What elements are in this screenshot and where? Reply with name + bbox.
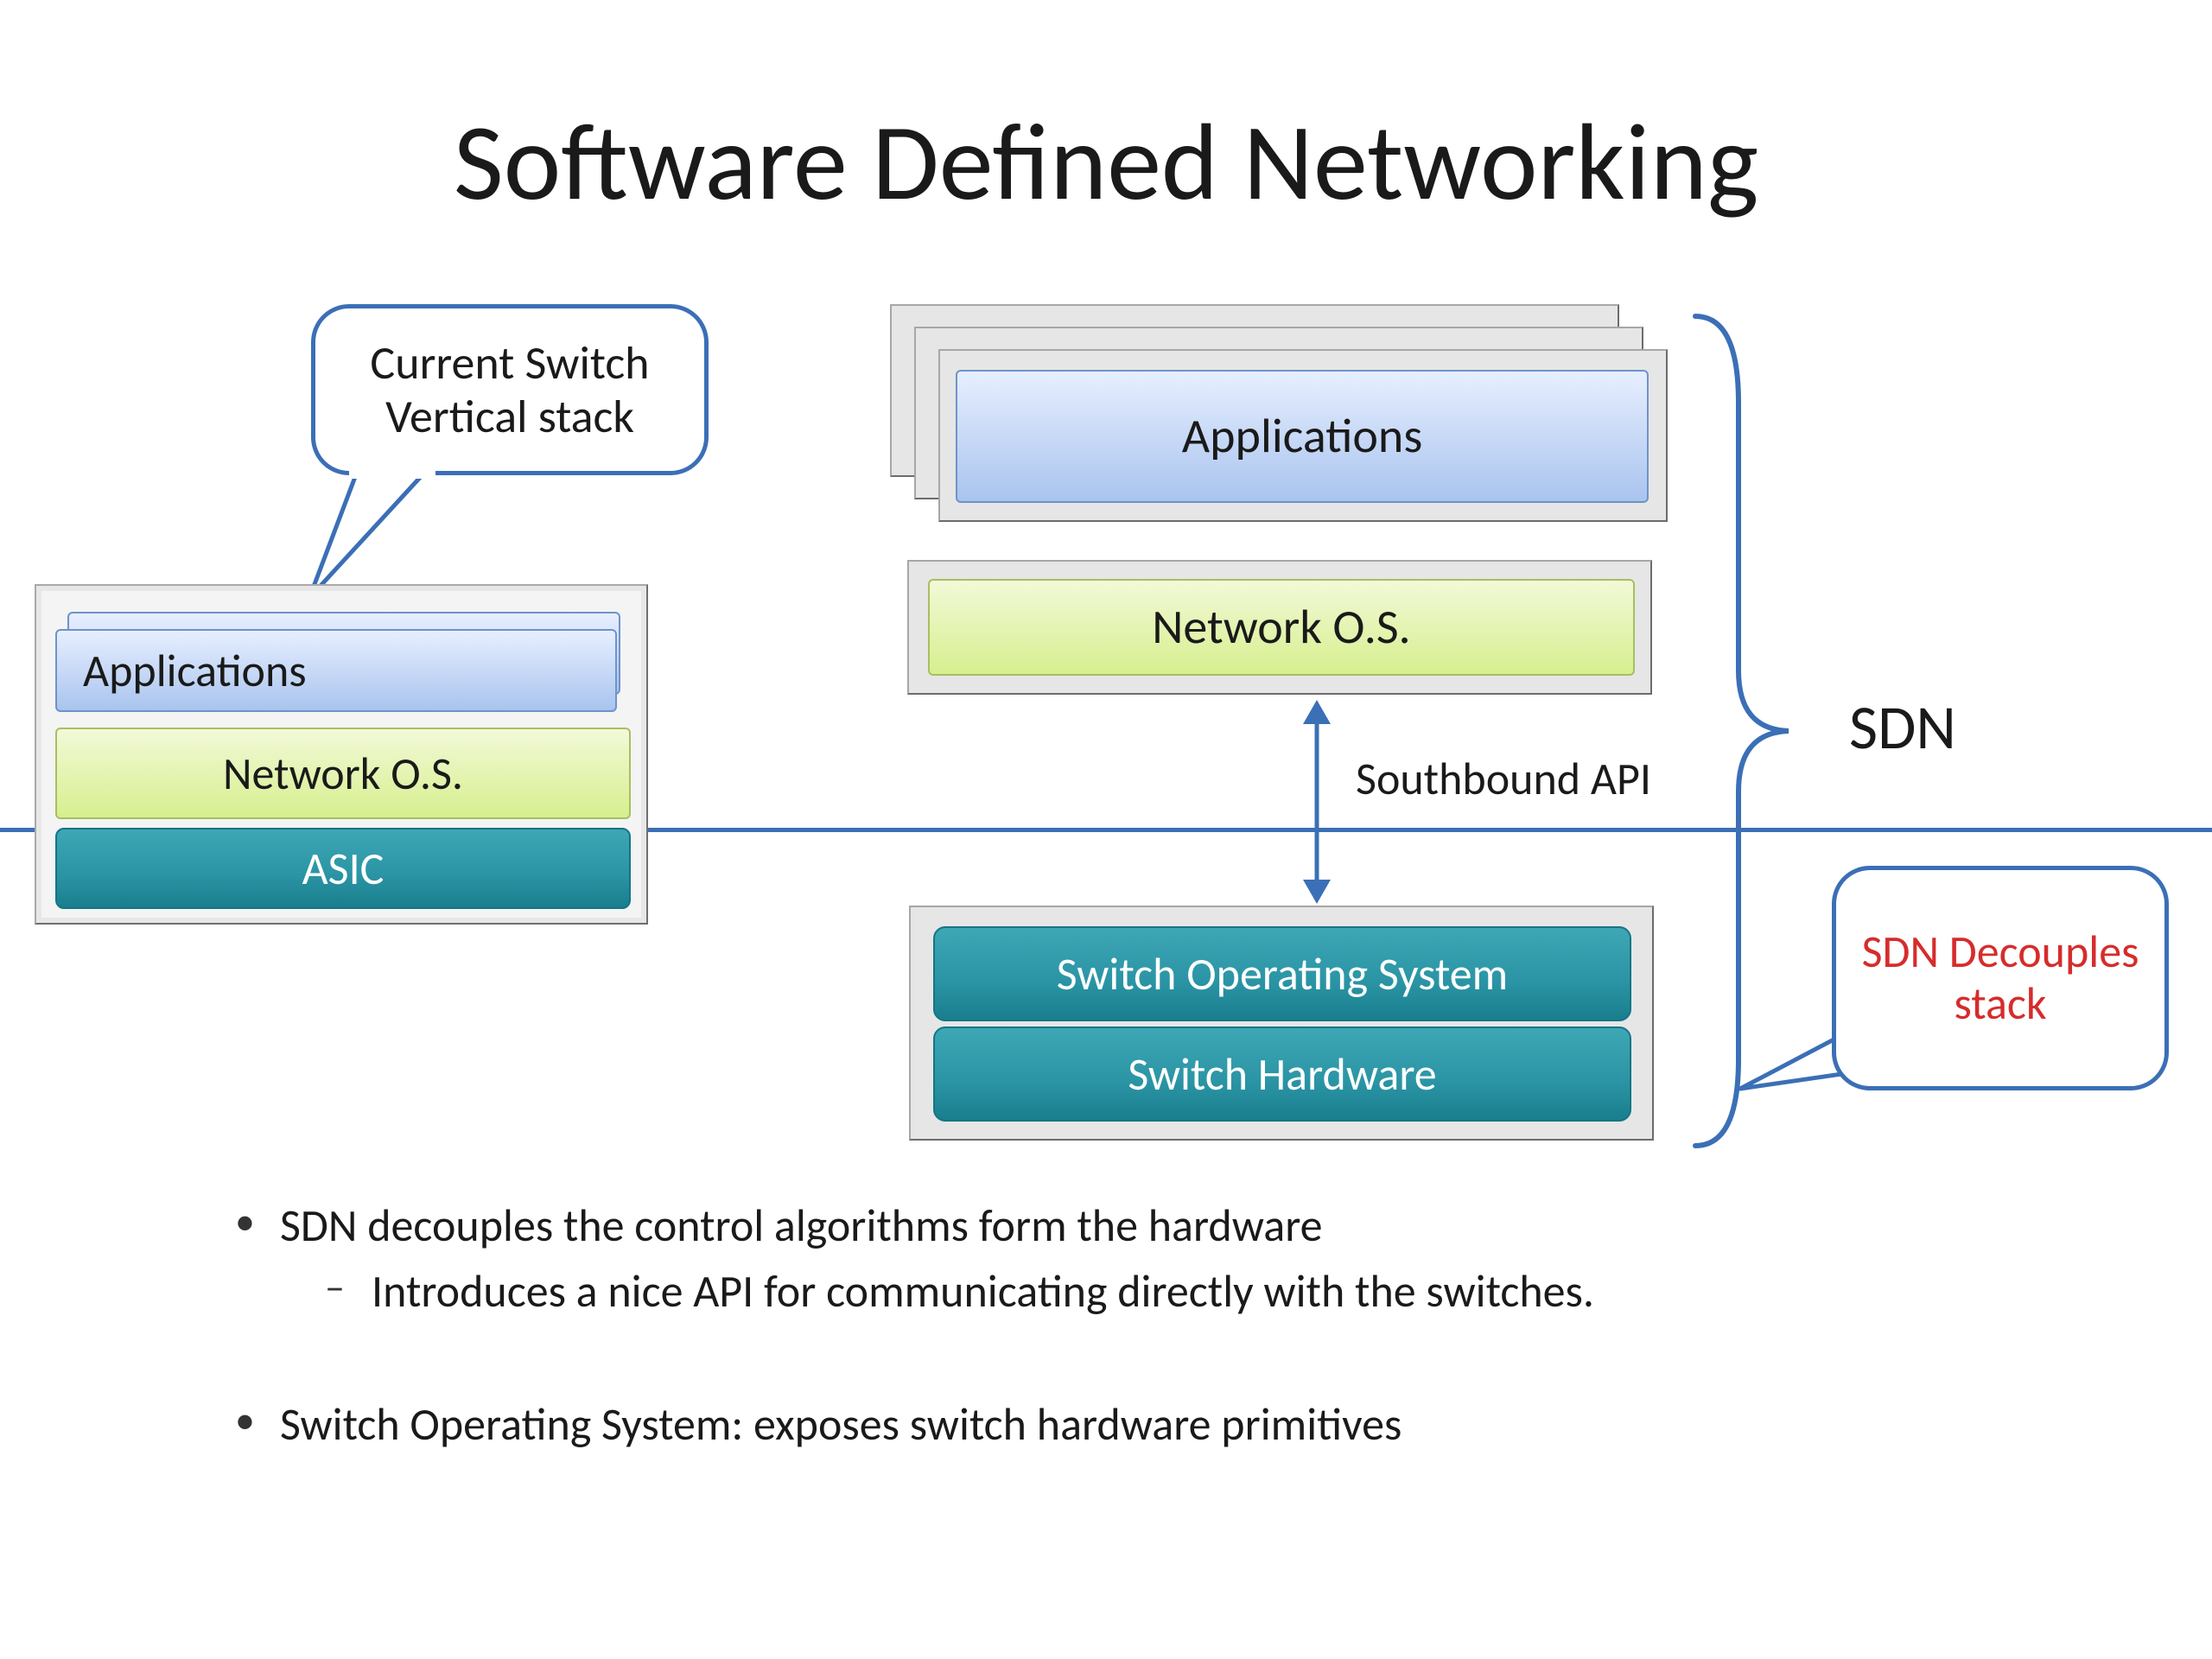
switch-panel: Switch Operating System Switch Hardware [909,906,1654,1141]
switch-hardware-box-label: Switch Hardware [1128,1046,1436,1102]
bullet-1: SDN decouples the control algorithms for… [225,1198,2056,1253]
asic-box: ASIC [55,828,631,909]
applications-box-right-label: Applications [1182,407,1423,466]
bullet-list: SDN decouples the control algorithms for… [225,1198,2056,1462]
network-os-box-left: Network O.S. [55,728,631,819]
slide-canvas: Software Defined Networking Current Swit… [0,0,2212,1659]
network-os-box-right: Network O.S. [928,579,1635,676]
switch-os-box-label: Switch Operating System [1057,946,1508,1001]
callout-tail-icon [306,454,444,601]
applications-panel: Applications [890,304,1668,525]
applications-box-label: Applications [83,643,307,698]
southbound-api-label: Southbound API [1348,752,1659,805]
network-os-box-left-label: Network O.S. [223,746,463,801]
applications-box-right: Applications [956,370,1649,503]
bullet-2: Switch Operating System: exposes switch … [225,1396,2056,1452]
current-switch-stack: Applications Network O.S. ASIC [35,584,648,925]
switch-hardware-box: Switch Hardware [933,1027,1631,1122]
network-os-box-right-label: Network O.S. [1152,598,1410,657]
slide-title: Software Defined Networking [0,95,2212,228]
network-os-panel: Network O.S. [907,560,1652,695]
callout-current-stack: Current Switch Vertical stack [311,304,709,475]
bullet-1a: Introduces a nice API for communicating … [225,1263,2056,1319]
callout-current-stack-text: Current Switch Vertical stack [315,336,704,443]
callout-sdn-decouples-text: SDN Decouples stack [1836,926,2164,1030]
applications-box: Applications [55,629,617,712]
asic-box-label: ASIC [302,841,385,896]
double-arrow-icon [1296,698,1338,906]
callout-sdn-decouples: SDN Decouples stack [1832,866,2169,1090]
sdn-brace-label: SDN [1849,690,1956,766]
switch-os-box: Switch Operating System [933,926,1631,1021]
